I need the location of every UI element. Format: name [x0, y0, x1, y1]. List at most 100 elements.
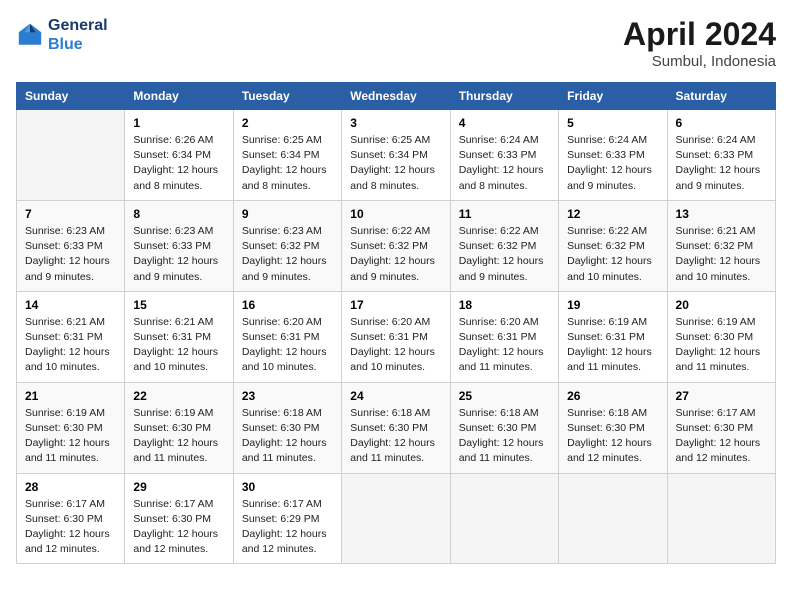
day-info: Sunrise: 6:21 AMSunset: 6:32 PMDaylight:…	[676, 224, 767, 285]
sunrise: Sunrise: 6:21 AM	[25, 316, 105, 328]
daylight: Daylight: 12 hours and 8 minutes.	[350, 164, 435, 191]
daylight: Daylight: 12 hours and 10 minutes.	[676, 255, 761, 282]
day-cell-7: 7 Sunrise: 6:23 AMSunset: 6:33 PMDaylight…	[17, 200, 125, 291]
sunrise: Sunrise: 6:17 AM	[676, 407, 756, 419]
day-number: 11	[459, 207, 550, 221]
sunrise: Sunrise: 6:18 AM	[567, 407, 647, 419]
day-number: 7	[25, 207, 116, 221]
daylight: Daylight: 12 hours and 11 minutes.	[242, 437, 327, 464]
sunset: Sunset: 6:30 PM	[133, 422, 211, 434]
day-number: 15	[133, 298, 224, 312]
week-row-2: 7 Sunrise: 6:23 AMSunset: 6:33 PMDaylight…	[17, 200, 776, 291]
day-info: Sunrise: 6:18 AMSunset: 6:30 PMDaylight:…	[567, 406, 658, 467]
day-cell-17: 17Sunrise: 6:20 AMSunset: 6:31 PMDayligh…	[342, 291, 450, 382]
sunrise: Sunrise: 6:25 AM	[350, 134, 430, 146]
day-number: 24	[350, 389, 441, 403]
daylight: Daylight: 12 hours and 8 minutes.	[133, 164, 218, 191]
day-cell-1: 1Sunrise: 6:26 AMSunset: 6:34 PMDaylight…	[125, 110, 233, 201]
daylight: Daylight: 12 hours and 9 minutes.	[567, 164, 652, 191]
sunset: Sunset: 6:30 PM	[567, 422, 645, 434]
day-number: 18	[459, 298, 550, 312]
sunrise: Sunrise: 6:19 AM	[133, 407, 213, 419]
sunset: Sunset: 6:30 PM	[350, 422, 428, 434]
day-info: Sunrise: 6:17 AMSunset: 6:30 PMDaylight:…	[133, 497, 224, 558]
daylight: Daylight: 12 hours and 10 minutes.	[242, 346, 327, 373]
sunset: Sunset: 6:32 PM	[242, 240, 320, 252]
day-info: Sunrise: 6:23 AMSunset: 6:33 PMDaylight:…	[133, 224, 224, 285]
sunset: Sunset: 6:31 PM	[567, 331, 645, 343]
day-number: 12	[567, 207, 658, 221]
day-number: 1	[133, 116, 224, 130]
day-cell-6: 6 Sunrise: 6:24 AMSunset: 6:33 PMDaylight…	[667, 110, 775, 201]
day-cell-2: 2Sunrise: 6:25 AMSunset: 6:34 PMDaylight…	[233, 110, 341, 201]
day-info: Sunrise: 6:17 AMSunset: 6:30 PMDaylight:…	[25, 497, 116, 558]
sunset: Sunset: 6:33 PM	[676, 149, 754, 161]
page-header: General Blue April 2024 Sumbul, Indonesi…	[16, 16, 776, 70]
weekday-header-thursday: Thursday	[450, 83, 558, 110]
sunrise: Sunrise: 6:23 AM	[25, 225, 105, 237]
weekday-header-tuesday: Tuesday	[233, 83, 341, 110]
day-number: 8	[133, 207, 224, 221]
daylight: Daylight: 12 hours and 11 minutes.	[459, 346, 544, 373]
day-cell-11: 11Sunrise: 6:22 AMSunset: 6:32 PMDayligh…	[450, 200, 558, 291]
sunrise: Sunrise: 6:20 AM	[459, 316, 539, 328]
day-info: Sunrise: 6:24 AMSunset: 6:33 PMDaylight:…	[676, 133, 767, 194]
day-info: Sunrise: 6:22 AMSunset: 6:32 PMDaylight:…	[350, 224, 441, 285]
weekday-header-row: SundayMondayTuesdayWednesdayThursdayFrid…	[17, 83, 776, 110]
weekday-header-wednesday: Wednesday	[342, 83, 450, 110]
sunrise: Sunrise: 6:19 AM	[676, 316, 756, 328]
sunset: Sunset: 6:30 PM	[133, 513, 211, 525]
daylight: Daylight: 12 hours and 10 minutes.	[133, 346, 218, 373]
day-cell-9: 9 Sunrise: 6:23 AMSunset: 6:32 PMDaylight…	[233, 200, 341, 291]
day-number: 6	[676, 116, 767, 130]
day-number: 28	[25, 480, 116, 494]
sunset: Sunset: 6:29 PM	[242, 513, 320, 525]
day-cell-20: 20Sunrise: 6:19 AMSunset: 6:30 PMDayligh…	[667, 291, 775, 382]
sunrise: Sunrise: 6:18 AM	[350, 407, 430, 419]
day-info: Sunrise: 6:23 AMSunset: 6:32 PMDaylight:…	[242, 224, 333, 285]
day-info: Sunrise: 6:23 AMSunset: 6:33 PMDaylight:…	[25, 224, 116, 285]
sunset: Sunset: 6:33 PM	[459, 149, 537, 161]
sunset: Sunset: 6:32 PM	[567, 240, 645, 252]
sunset: Sunset: 6:31 PM	[25, 331, 103, 343]
daylight: Daylight: 12 hours and 8 minutes.	[459, 164, 544, 191]
daylight: Daylight: 12 hours and 11 minutes.	[133, 437, 218, 464]
day-info: Sunrise: 6:20 AMSunset: 6:31 PMDaylight:…	[350, 315, 441, 376]
day-number: 22	[133, 389, 224, 403]
day-number: 9	[242, 207, 333, 221]
sunset: Sunset: 6:30 PM	[459, 422, 537, 434]
day-cell-13: 13 Sunrise: 6:21 AMSunset: 6:32 PMDayligh…	[667, 200, 775, 291]
sunset: Sunset: 6:33 PM	[567, 149, 645, 161]
sunrise: Sunrise: 6:20 AM	[242, 316, 322, 328]
empty-cell	[17, 110, 125, 201]
day-cell-22: 22 Sunrise: 6:19 AM Sunset: 6:30 PM Dayligh…	[125, 382, 233, 473]
day-cell-23: 23Sunrise: 6:18 AMSunset: 6:30 PMDayligh…	[233, 382, 341, 473]
daylight: Daylight: 12 hours and 12 minutes.	[133, 528, 218, 555]
day-cell-27: 27Sunrise: 6:17 AMSunset: 6:30 PMDayligh…	[667, 382, 775, 473]
empty-cell	[450, 473, 558, 564]
sunrise: Sunrise: 6:24 AM	[459, 134, 539, 146]
daylight: Daylight: 12 hours and 9 minutes.	[350, 255, 435, 282]
day-info: Sunrise: 6:18 AMSunset: 6:30 PMDaylight:…	[459, 406, 550, 467]
day-number: 4	[459, 116, 550, 130]
weekday-header-saturday: Saturday	[667, 83, 775, 110]
day-cell-12: 12Sunrise: 6:22 AMSunset: 6:32 PMDayligh…	[559, 200, 667, 291]
day-cell-16: 16Sunrise: 6:20 AMSunset: 6:31 PMDayligh…	[233, 291, 341, 382]
day-info: Sunrise: 6:18 AMSunset: 6:30 PMDaylight:…	[350, 406, 441, 467]
sunrise: Sunrise: 6:17 AM	[25, 498, 105, 510]
weekday-header-friday: Friday	[559, 83, 667, 110]
sunset: Sunset: 6:30 PM	[242, 422, 320, 434]
day-number: 14	[25, 298, 116, 312]
day-info: Sunrise: 6:20 AMSunset: 6:31 PMDaylight:…	[242, 315, 333, 376]
sunset: Sunset: 6:32 PM	[459, 240, 537, 252]
sunset: Sunset: 6:31 PM	[459, 331, 537, 343]
day-number: 30	[242, 480, 333, 494]
day-info: Sunrise: 6:25 AMSunset: 6:34 PMDaylight:…	[242, 133, 333, 194]
day-number: 13	[676, 207, 767, 221]
day-cell-5: 5Sunrise: 6:24 AMSunset: 6:33 PMDaylight…	[559, 110, 667, 201]
logo-line2: Blue	[48, 35, 108, 54]
sunrise: Sunrise: 6:18 AM	[242, 407, 322, 419]
daylight: Daylight: 12 hours and 9 minutes.	[133, 255, 218, 282]
day-cell-21: 21Sunrise: 6:19 AMSunset: 6:30 PMDayligh…	[17, 382, 125, 473]
calendar-table: SundayMondayTuesdayWednesdayThursdayFrid…	[16, 82, 776, 564]
